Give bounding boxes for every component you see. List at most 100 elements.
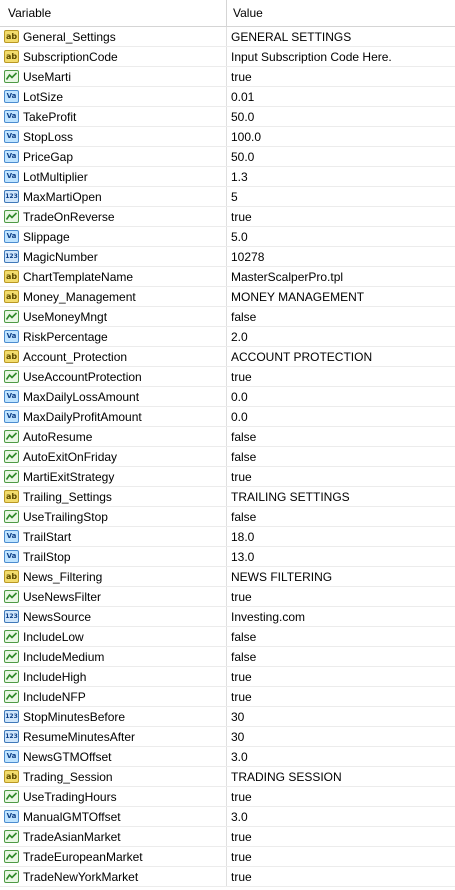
value-cell[interactable]: 50.0 bbox=[227, 147, 455, 166]
table-row[interactable]: 123 ResumeMinutesAfter 30 bbox=[0, 727, 455, 747]
value-cell[interactable]: 50.0 bbox=[227, 107, 455, 126]
variable-value[interactable]: 5.0 bbox=[231, 230, 248, 244]
variable-cell[interactable]: ab Money_Management bbox=[0, 287, 227, 306]
table-row[interactable]: TradeAsianMarket true bbox=[0, 827, 455, 847]
variable-cell[interactable]: Va RiskPercentage bbox=[0, 327, 227, 346]
value-cell[interactable]: 3.0 bbox=[227, 747, 455, 766]
table-row[interactable]: 123 MaxMartiOpen 5 bbox=[0, 187, 455, 207]
variable-cell[interactable]: 123 ResumeMinutesAfter bbox=[0, 727, 227, 746]
value-cell[interactable]: GENERAL SETTINGS bbox=[227, 27, 455, 46]
variable-value[interactable]: true bbox=[231, 670, 252, 684]
variable-cell[interactable]: MartiExitStrategy bbox=[0, 467, 227, 486]
value-cell[interactable]: 10278 bbox=[227, 247, 455, 266]
value-cell[interactable]: 100.0 bbox=[227, 127, 455, 146]
variable-cell[interactable]: ab ChartTemplateName bbox=[0, 267, 227, 286]
variable-value[interactable]: true bbox=[231, 210, 252, 224]
value-cell[interactable]: 0.01 bbox=[227, 87, 455, 106]
variable-value[interactable]: false bbox=[231, 650, 256, 664]
variable-value[interactable]: 3.0 bbox=[231, 810, 248, 824]
value-cell[interactable]: TRAILING SETTINGS bbox=[227, 487, 455, 506]
table-row[interactable]: ab Account_Protection ACCOUNT PROTECTION bbox=[0, 347, 455, 367]
value-cell[interactable]: MasterScalperPro.tpl bbox=[227, 267, 455, 286]
value-cell[interactable]: true bbox=[227, 827, 455, 846]
variable-cell[interactable]: Va MaxDailyLossAmount bbox=[0, 387, 227, 406]
value-cell[interactable]: Input Subscription Code Here. bbox=[227, 47, 455, 66]
value-cell[interactable]: 2.0 bbox=[227, 327, 455, 346]
variable-cell[interactable]: Va MaxDailyProfitAmount bbox=[0, 407, 227, 426]
table-row[interactable]: 123 StopMinutesBefore 30 bbox=[0, 707, 455, 727]
table-row[interactable]: TradeNewYorkMarket true bbox=[0, 867, 455, 887]
value-cell[interactable]: true bbox=[227, 667, 455, 686]
value-cell[interactable]: TRADING SESSION bbox=[227, 767, 455, 786]
column-header-value[interactable]: Value bbox=[227, 0, 455, 26]
value-cell[interactable]: false bbox=[227, 427, 455, 446]
table-row[interactable]: Va ManualGMTOffset 3.0 bbox=[0, 807, 455, 827]
value-cell[interactable]: 0.0 bbox=[227, 387, 455, 406]
variable-value[interactable]: true bbox=[231, 590, 252, 604]
variable-value[interactable]: true bbox=[231, 370, 252, 384]
variable-value[interactable]: MONEY MANAGEMENT bbox=[231, 290, 364, 304]
variable-cell[interactable]: Va LotSize bbox=[0, 87, 227, 106]
table-row[interactable]: UseAccountProtection true bbox=[0, 367, 455, 387]
variable-value[interactable]: 50.0 bbox=[231, 150, 254, 164]
variable-cell[interactable]: TradeNewYorkMarket bbox=[0, 867, 227, 886]
variable-cell[interactable]: ab Trading_Session bbox=[0, 767, 227, 786]
table-row[interactable]: ab General_Settings GENERAL SETTINGS bbox=[0, 27, 455, 47]
variable-cell[interactable]: IncludeMedium bbox=[0, 647, 227, 666]
value-cell[interactable]: true bbox=[227, 207, 455, 226]
table-row[interactable]: ab Money_Management MONEY MANAGEMENT bbox=[0, 287, 455, 307]
variable-value[interactable]: Investing.com bbox=[231, 610, 305, 624]
value-cell[interactable]: true bbox=[227, 847, 455, 866]
table-row[interactable]: UseNewsFilter true bbox=[0, 587, 455, 607]
variable-value[interactable]: MasterScalperPro.tpl bbox=[231, 270, 343, 284]
variable-value[interactable]: 30 bbox=[231, 710, 244, 724]
value-cell[interactable]: true bbox=[227, 587, 455, 606]
table-row[interactable]: MartiExitStrategy true bbox=[0, 467, 455, 487]
value-cell[interactable]: false bbox=[227, 647, 455, 666]
value-cell[interactable]: 13.0 bbox=[227, 547, 455, 566]
variable-cell[interactable]: Va PriceGap bbox=[0, 147, 227, 166]
table-row[interactable]: 123 MagicNumber 10278 bbox=[0, 247, 455, 267]
variable-cell[interactable]: ab Trailing_Settings bbox=[0, 487, 227, 506]
variable-value[interactable]: 2.0 bbox=[231, 330, 248, 344]
variable-cell[interactable]: Va LotMultiplier bbox=[0, 167, 227, 186]
table-row[interactable]: Va PriceGap 50.0 bbox=[0, 147, 455, 167]
variable-cell[interactable]: UseTradingHours bbox=[0, 787, 227, 806]
variable-cell[interactable]: IncludeLow bbox=[0, 627, 227, 646]
value-cell[interactable]: false bbox=[227, 447, 455, 466]
table-row[interactable]: AutoResume false bbox=[0, 427, 455, 447]
variable-value[interactable]: true bbox=[231, 470, 252, 484]
table-row[interactable]: Va StopLoss 100.0 bbox=[0, 127, 455, 147]
value-cell[interactable]: NEWS FILTERING bbox=[227, 567, 455, 586]
variable-cell[interactable]: Va TrailStop bbox=[0, 547, 227, 566]
table-row[interactable]: Va TrailStart 18.0 bbox=[0, 527, 455, 547]
variable-value[interactable]: Input Subscription Code Here. bbox=[231, 50, 392, 64]
variable-value[interactable]: false bbox=[231, 430, 256, 444]
variable-value[interactable]: TRADING SESSION bbox=[231, 770, 342, 784]
table-row[interactable]: UseTradingHours true bbox=[0, 787, 455, 807]
table-row[interactable]: ab News_Filtering NEWS FILTERING bbox=[0, 567, 455, 587]
variable-value[interactable]: true bbox=[231, 830, 252, 844]
variable-cell[interactable]: 123 MaxMartiOpen bbox=[0, 187, 227, 206]
variable-value[interactable]: true bbox=[231, 70, 252, 84]
value-cell[interactable]: true bbox=[227, 867, 455, 886]
variable-value[interactable]: false bbox=[231, 310, 256, 324]
value-cell[interactable]: 18.0 bbox=[227, 527, 455, 546]
variable-cell[interactable]: UseTrailingStop bbox=[0, 507, 227, 526]
variable-cell[interactable]: ab SubscriptionCode bbox=[0, 47, 227, 66]
variable-value[interactable]: 50.0 bbox=[231, 110, 254, 124]
variable-cell[interactable]: IncludeHigh bbox=[0, 667, 227, 686]
table-row[interactable]: Va Slippage 5.0 bbox=[0, 227, 455, 247]
variable-cell[interactable]: Va ManualGMTOffset bbox=[0, 807, 227, 826]
table-row[interactable]: IncludeLow false bbox=[0, 627, 455, 647]
variable-value[interactable]: 13.0 bbox=[231, 550, 254, 564]
variable-value[interactable]: 0.0 bbox=[231, 410, 248, 424]
value-cell[interactable]: false bbox=[227, 307, 455, 326]
value-cell[interactable]: true bbox=[227, 687, 455, 706]
table-row[interactable]: IncludeHigh true bbox=[0, 667, 455, 687]
variable-value[interactable]: ACCOUNT PROTECTION bbox=[231, 350, 372, 364]
value-cell[interactable]: 30 bbox=[227, 707, 455, 726]
table-row[interactable]: Va MaxDailyProfitAmount 0.0 bbox=[0, 407, 455, 427]
variable-cell[interactable]: 123 StopMinutesBefore bbox=[0, 707, 227, 726]
variable-value[interactable]: false bbox=[231, 510, 256, 524]
